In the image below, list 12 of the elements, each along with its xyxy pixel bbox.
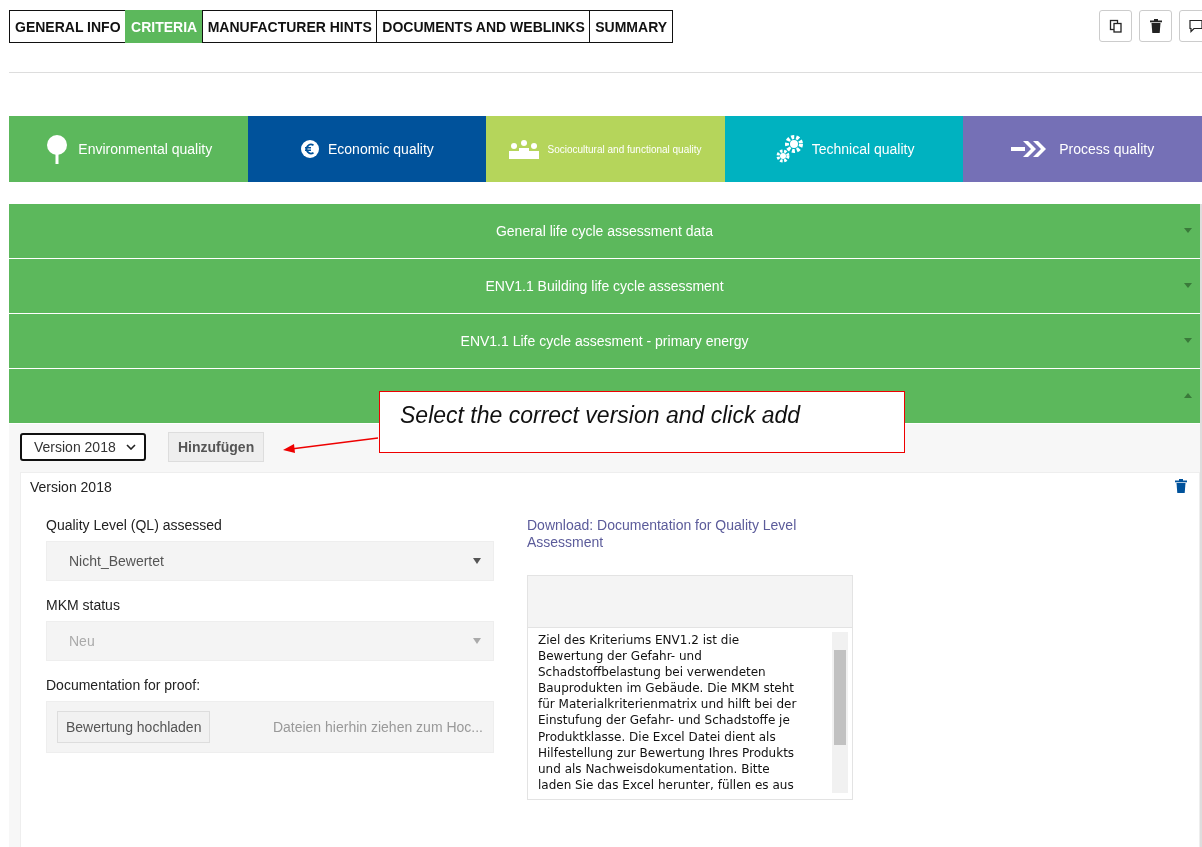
category-label: Technical quality <box>811 141 915 157</box>
category-label: Sociocultural and functional quality <box>547 143 702 155</box>
description-text: Ziel des Kriteriums ENV1.2 ist die Bewertung der Gefahr- und Schadstoffbelastung bei verwendeten Bauprodukten im Gebäude. Die MKM steht für Materialkriterienmatrix und hilft bei der Einstufung der Gefahr- und Schadstoffe je Produktklasse. Die Excel Datei dient als Hilfestellung zur Bewertung Ihres Produkts und als Nachweisdokumentation. Bitte laden Sie das Excel herunter, füllen es aus <box>538 632 798 793</box>
panel-title: Version 2018 <box>30 479 112 495</box>
category-label: Process quality <box>1059 141 1155 157</box>
category-label: Economic quality <box>327 141 434 157</box>
category-label: Environmental quality <box>78 141 213 157</box>
field-label: Documentation for proof: <box>46 677 202 693</box>
callout-tooltip: Select the correct version and click add <box>379 391 905 453</box>
drop-placeholder: Dateien hierhin ziehen zum Hoc... <box>272 719 483 735</box>
field-label: Quality Level (QL) assessed <box>46 517 223 533</box>
field-label: MKM status <box>46 597 121 613</box>
